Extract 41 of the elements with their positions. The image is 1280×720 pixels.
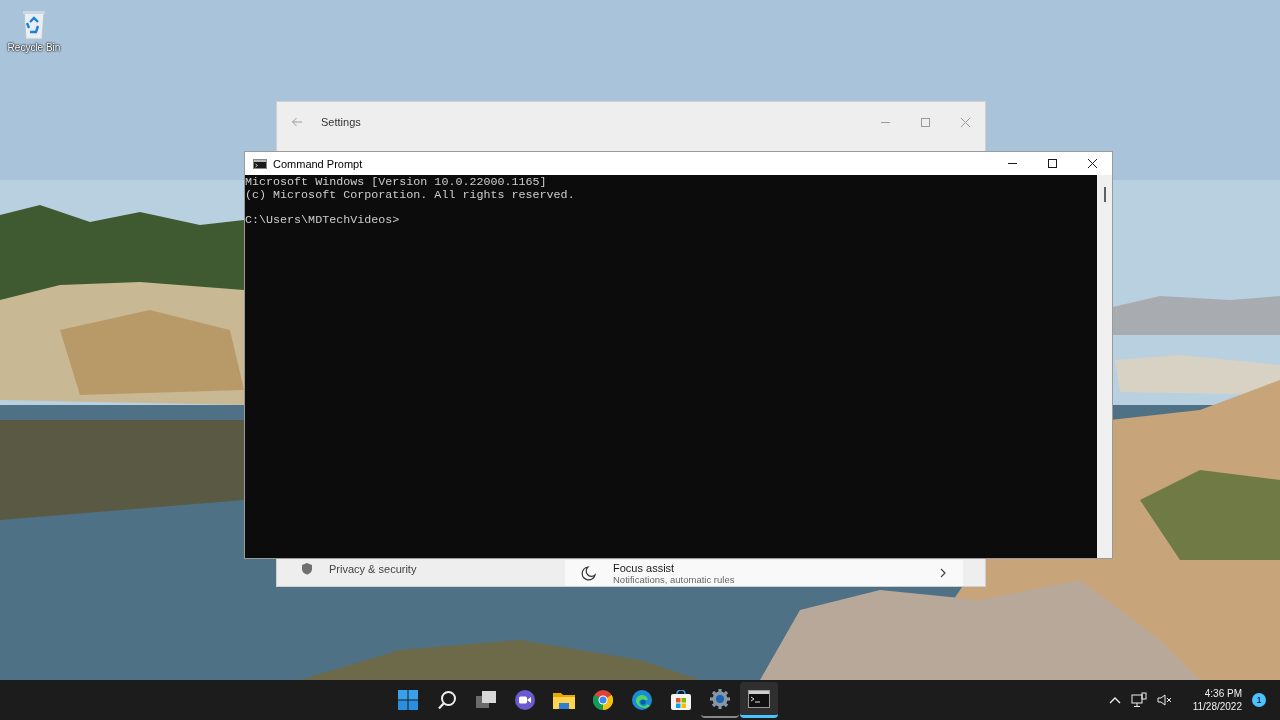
console-output: Microsoft Windows [Version 10.0.22000.1165] (245, 176, 547, 189)
maximize-icon (1046, 158, 1058, 169)
command-prompt-button[interactable] (739, 682, 778, 718)
overlapping-squares-icon (475, 691, 496, 709)
close-icon (1086, 158, 1098, 169)
windows-logo-icon (397, 690, 418, 710)
back-arrow-icon (291, 117, 303, 127)
search-icon (436, 690, 457, 710)
window-title: Command Prompt (273, 157, 364, 170)
shopping-bag-icon (670, 690, 691, 710)
nav-item[interactable]: Privacy & security (297, 562, 565, 575)
chevron-right-icon (939, 568, 947, 578)
network-button[interactable] (1128, 692, 1149, 708)
scroll-thumb[interactable] (1103, 187, 1106, 202)
command-prompt[interactable]: C:\Users\MDTechVideos> (245, 213, 400, 226)
nav-label: Privacy & security (329, 562, 417, 575)
card-title: Focus assist (613, 561, 676, 574)
gear-icon (709, 689, 730, 709)
close-icon (959, 116, 971, 128)
shortcut-label: Recycle Bin (7, 42, 61, 53)
moon-icon (581, 565, 597, 581)
card-subtitle: Notifications, automatic rules (613, 573, 736, 585)
terminal-icon (253, 158, 267, 169)
chevron-up-icon (1108, 696, 1121, 704)
browser-circle-icon (592, 690, 613, 710)
browser-wave-icon (631, 690, 652, 710)
folder-icon (552, 691, 575, 709)
maximize-icon (919, 116, 931, 128)
wired-network-icon (1130, 692, 1147, 708)
setting-card[interactable]: Focus assist Notifications, automatic rules (565, 560, 963, 586)
clock-time: 4:36 PM (1204, 687, 1242, 700)
notification-badge[interactable]: 1 (1252, 693, 1266, 707)
clock-button[interactable]: 4:36 PM 11/28/2022 (1180, 687, 1246, 713)
terminal-icon (747, 689, 770, 708)
scrollbar[interactable] (1097, 175, 1112, 558)
window-title: Settings (321, 116, 362, 128)
video-chat-icon (513, 690, 536, 710)
console-output: (c) Microsoft Corporation. All rights reserved. (245, 188, 575, 201)
speaker-muted-icon (1156, 694, 1173, 706)
clock-date: 11/28/2022 (1192, 700, 1242, 713)
shield-icon (301, 562, 313, 575)
